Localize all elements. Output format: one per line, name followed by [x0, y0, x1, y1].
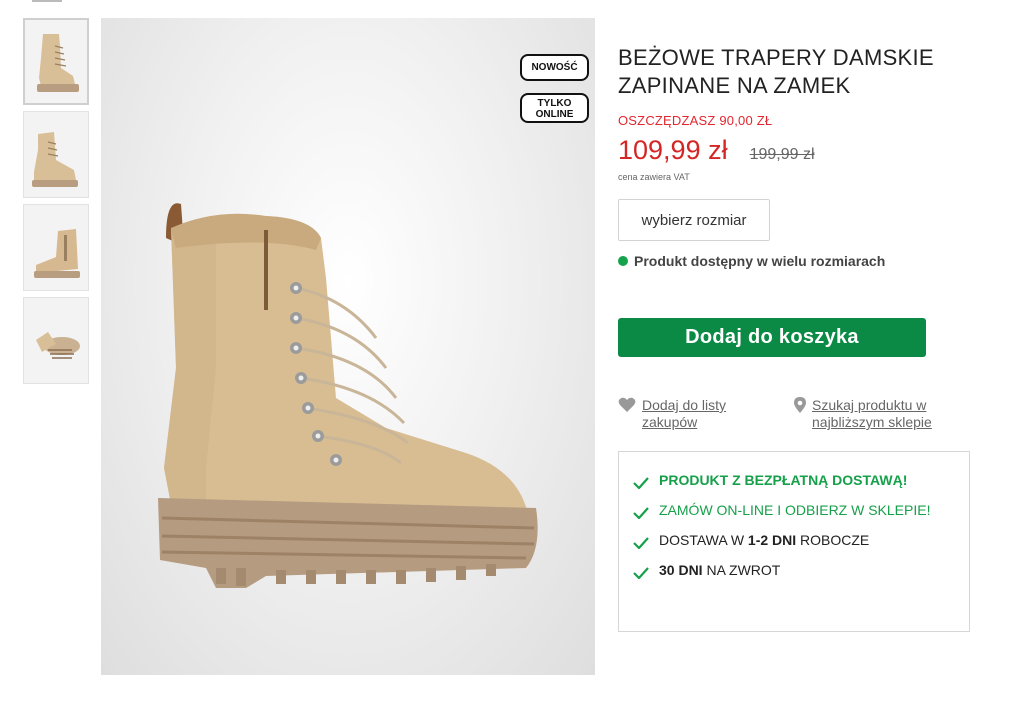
check-icon: [633, 502, 653, 523]
online-badge-line2: ONLINE: [535, 109, 574, 120]
heart-icon: [618, 397, 636, 412]
boot-product-illustration: [158, 203, 538, 588]
availability-status: Produkt dostępny w wielu rozmiarach: [618, 253, 978, 269]
benefit-text-part: DOSTAWA W: [659, 532, 748, 548]
savings-label: OSZCZĘDZASZ 90,00 ZŁ: [618, 113, 773, 128]
boot-thumbnail-inner: [34, 229, 80, 278]
benefit-returns: 30 DNI NA ZWROT: [633, 562, 959, 583]
add-to-list-label[interactable]: Dodaj do listy zakupów: [642, 397, 752, 431]
benefit-label: ZAMÓW ON-LINE I ODBIERZ W SKLEPIE!: [659, 502, 931, 518]
add-to-list-link[interactable]: Dodaj do listy zakupów: [618, 397, 768, 431]
old-price: 199,99 zł: [749, 146, 815, 163]
availability-label: Produkt dostępny w wielu rozmiarach: [634, 253, 886, 269]
current-price: 109,99 zł: [618, 135, 728, 165]
boot-thumbnail-side: [37, 34, 79, 92]
check-icon: [633, 532, 653, 553]
thumbnail-1[interactable]: [23, 18, 89, 105]
benefit-click-collect: ZAMÓW ON-LINE I ODBIERZ W SKLEPIE!: [633, 502, 959, 523]
top-edge-artifact: [32, 0, 62, 2]
product-title: BEŻOWE TRAPERY DAMSKIE ZAPINANE NA ZAMEK: [618, 45, 934, 98]
benefit-text-part: NA ZWROT: [702, 562, 781, 578]
new-badge: NOWOŚĆ: [520, 54, 589, 81]
online-badge-line1: TYLKO: [537, 98, 572, 109]
thumbnail-gallery: [23, 18, 90, 390]
benefit-label: PRODUKT Z BEZPŁATNĄ DOSTAWĄ!: [659, 472, 908, 488]
online-only-badge: TYLKO ONLINE: [520, 93, 589, 123]
location-pin-icon: [794, 397, 806, 413]
check-icon: [633, 562, 653, 583]
thumbnail-2[interactable]: [23, 111, 89, 198]
boot-thumbnail-front: [32, 132, 78, 187]
benefit-text-part: ROBOCZE: [796, 532, 870, 548]
find-in-store-label[interactable]: Szukaj produktu w najbliższym sklepie: [812, 397, 962, 431]
add-to-cart-button[interactable]: Dodaj do koszyka: [618, 318, 926, 357]
vat-note: cena zawiera VAT: [618, 172, 690, 182]
benefit-free-delivery: PRODUKT Z BEZPŁATNĄ DOSTAWĄ!: [633, 472, 959, 493]
benefit-text-bold: 30 DNI: [659, 562, 703, 578]
benefit-label: DOSTAWA W 1-2 DNI ROBOCZE: [659, 532, 869, 553]
benefit-delivery-time: DOSTAWA W 1-2 DNI ROBOCZE: [633, 532, 959, 553]
select-size-button[interactable]: wybierz rozmiar: [618, 199, 770, 241]
thumbnail-4[interactable]: [23, 297, 89, 384]
new-badge-label: NOWOŚĆ: [531, 62, 578, 73]
benefits-box: PRODUKT Z BEZPŁATNĄ DOSTAWĄ! ZAMÓW ON-LI…: [618, 451, 970, 632]
availability-dot-icon: [618, 256, 628, 266]
find-in-store-link[interactable]: Szukaj produktu w najbliższym sklepie: [794, 397, 964, 431]
product-info-panel: BEŻOWE TRAPERY DAMSKIE ZAPINANE NA ZAMEK…: [618, 44, 978, 632]
price-row: 109,99 zł 199,99 zł: [618, 135, 978, 166]
check-icon: [633, 472, 653, 493]
benefit-label: 30 DNI NA ZWROT: [659, 562, 780, 583]
benefit-text-bold: 1-2 DNI: [747, 532, 797, 548]
boot-thumbnail-sole: [36, 332, 80, 359]
product-main-image[interactable]: NOWOŚĆ TYLKO ONLINE: [101, 18, 595, 675]
thumbnail-3[interactable]: [23, 204, 89, 291]
